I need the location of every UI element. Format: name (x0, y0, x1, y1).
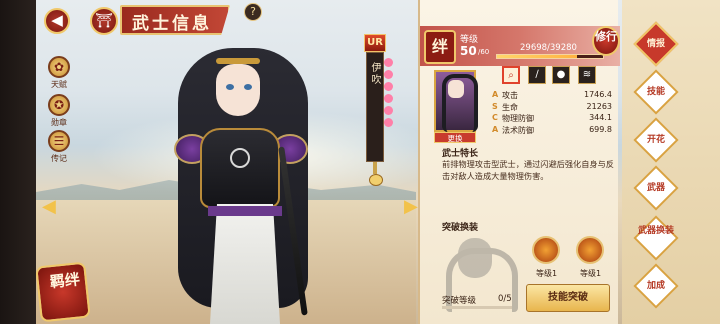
stat-row: A 法术防御 699.8 (482, 125, 616, 137)
level-max: /60 (478, 48, 490, 56)
stat-name: 法术防御 (502, 125, 534, 135)
top-bar: ◀ ⛩ 武士信息 ? (36, 0, 262, 36)
claw-icon[interactable]: ≋ (578, 66, 596, 84)
tab-bonus-label: 加成 (646, 281, 665, 291)
stat-value: 699.8 (589, 124, 612, 134)
star-icon (384, 118, 393, 127)
tab-bloom-label: 开花 (646, 135, 665, 145)
level-value: 50 (460, 44, 477, 58)
break-count: 0/5 (498, 294, 512, 304)
stat-name: 物理防御 (502, 114, 534, 123)
bond-stamp: 绊 (424, 30, 456, 64)
tassel-ornament (368, 162, 383, 186)
exp-bar-fill (497, 55, 578, 58)
medal-icon: ✪ (48, 94, 70, 116)
blade-icon[interactable]: ∕ (528, 66, 546, 84)
swap-button[interactable]: 更换 (434, 132, 476, 143)
stat-value: 344.1 (589, 113, 612, 122)
stat-row: A 攻击 1746.4 (482, 90, 616, 102)
biography-icon: ☰ (48, 130, 70, 152)
stat-value: 1746.4 (584, 90, 612, 99)
talent-button[interactable]: ✿ 天赋 (44, 56, 74, 90)
medal-button[interactable]: ✪ 勋章 (44, 94, 74, 128)
character-headband (216, 58, 260, 64)
character-name: 伊吹 (369, 62, 380, 86)
stat-grade: S (492, 101, 498, 111)
tab-bar: 情报 技能 开花 武器 武器换装 加成 (622, 0, 720, 324)
tab-weapon-costume[interactable] (633, 215, 679, 261)
tab-skill-label: 技能 (646, 87, 665, 97)
skill-icon[interactable] (576, 236, 604, 264)
page-title: 武士信息 (132, 14, 212, 34)
skill-break-button[interactable]: 技能突破 (526, 284, 610, 312)
star-icon (384, 82, 393, 91)
break-level-label: 突破等级 (442, 296, 477, 306)
character-crest (230, 148, 250, 168)
biography-button[interactable]: ☰ 传记 (44, 130, 74, 164)
character-eye (244, 84, 252, 90)
character-eye (226, 84, 234, 90)
medal-label: 勋章 (51, 118, 67, 127)
next-character-arrow[interactable]: ▶ (404, 196, 418, 217)
help-button[interactable]: ? (244, 3, 262, 21)
left-rail (0, 0, 36, 324)
tab-info-label: 情报 (646, 39, 665, 49)
character-armor (200, 128, 280, 208)
stat-grade: A (492, 90, 499, 99)
stat-row: S 生命 21263 (482, 102, 616, 114)
home-icon: ⛩ (95, 13, 113, 29)
rarity-badge: UR (364, 34, 386, 52)
character-skirt (210, 204, 280, 324)
star-rating (384, 58, 394, 130)
stat-name: 生命 (502, 102, 518, 112)
tab-weapon-label: 武器 (646, 183, 665, 193)
character-portrait[interactable] (434, 70, 478, 132)
stats-list: A 攻击 1746.4 S 生命 21263 C 物理防御 344.1 A 法术… (482, 90, 616, 136)
star-icon (384, 94, 393, 103)
home-button[interactable]: ⛩ (90, 7, 118, 35)
prev-character-arrow[interactable]: ◀ (42, 196, 56, 217)
character-face (216, 64, 260, 116)
biography-label: 传记 (51, 154, 67, 163)
search-icon[interactable]: ⌕ (502, 66, 520, 84)
cultivate-button[interactable]: 修行 (592, 26, 620, 56)
exp-bar (496, 54, 604, 59)
break-progress-bar (442, 306, 512, 309)
stat-row: C 物理防御 344.1 (482, 113, 616, 125)
character-sash (208, 206, 282, 216)
bond-button[interactable]: 羁绊 (35, 261, 91, 323)
tab-weapon-costume-label: 武器换装 (638, 226, 675, 236)
trait-description: 前排物理攻击型武士，通过闪避后强化自身与反击对敌人造成大量物理伤害。 (442, 159, 614, 181)
info-panel: 绊 等级 50 /60 29698/39280 修行 更换 ⌕ ∕ ● ≋ A … (418, 0, 620, 324)
talent-icon: ✿ (48, 56, 70, 78)
star-icon (384, 106, 393, 115)
talent-label: 天赋 (51, 80, 67, 89)
star-icon (384, 70, 393, 79)
character-figure[interactable] (170, 36, 330, 324)
back-button[interactable]: ◀ (44, 8, 70, 34)
skill-level: 等级1 (536, 269, 558, 278)
stat-name: 攻击 (502, 91, 518, 100)
orb-icon[interactable]: ● (552, 66, 570, 84)
bond-button-label: 羁绊 (48, 270, 81, 292)
skill-icon[interactable] (532, 236, 560, 264)
stat-grade: C (492, 113, 498, 122)
stat-grade: A (492, 124, 499, 134)
exp-text: 29698/39280 (520, 43, 577, 53)
skill-level: 等级1 (580, 269, 602, 278)
back-arrow-icon: ◀ (51, 11, 63, 29)
star-icon (384, 58, 393, 67)
stat-value: 21263 (586, 101, 612, 111)
